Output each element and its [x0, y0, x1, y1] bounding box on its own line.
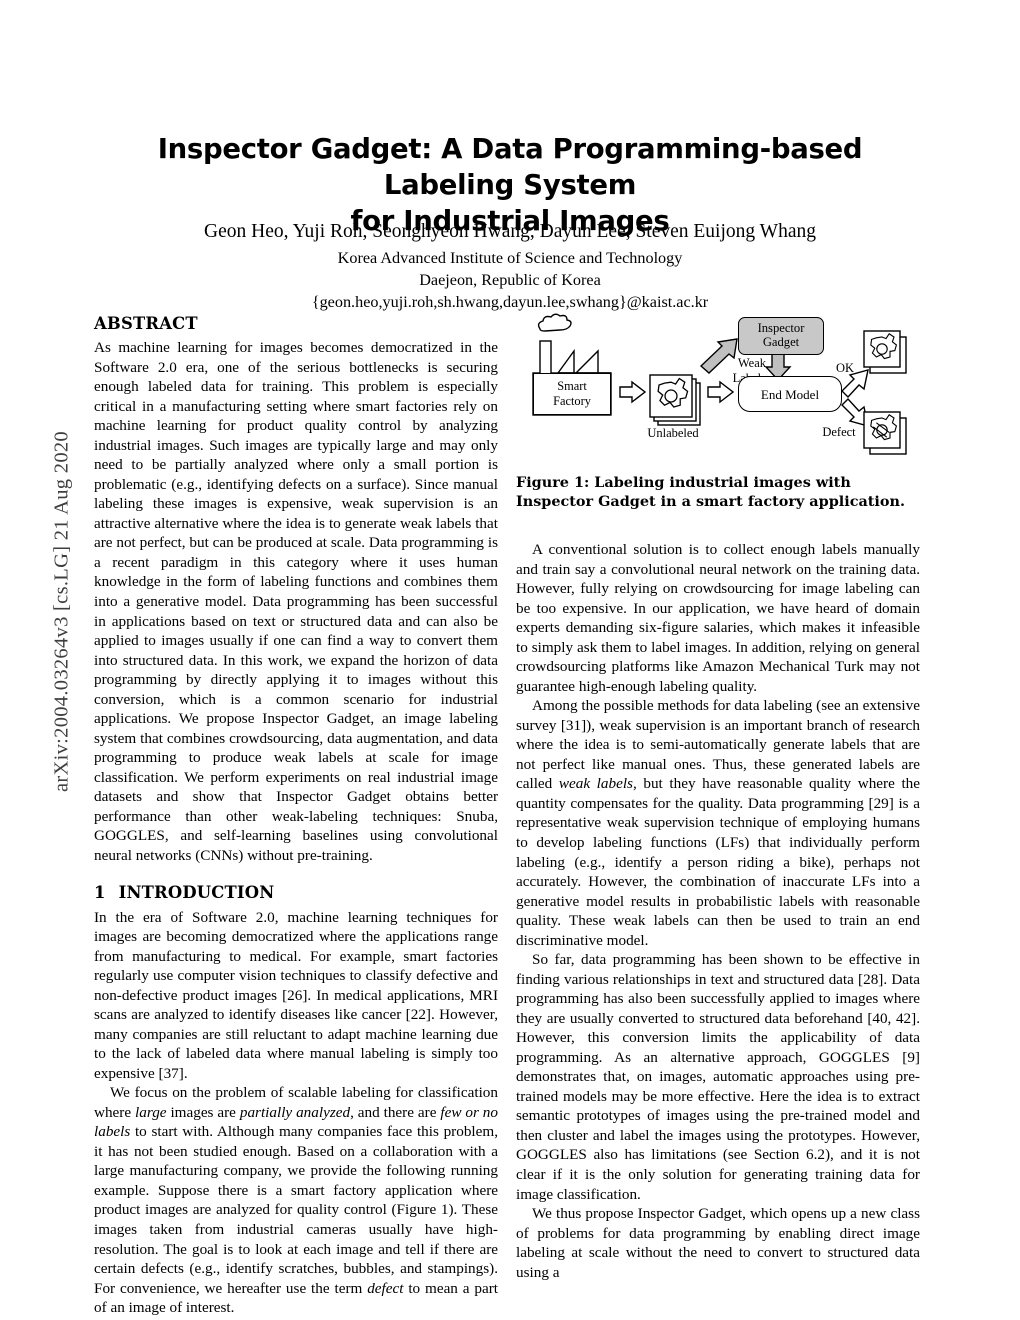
right-paragraph-2: Among the possible methods for data labe…	[516, 696, 920, 950]
intro-p2-em4: defect	[367, 1279, 404, 1297]
authors-block: Geon Heo, Yuji Roh, Seonghyeon Hwang, Da…	[96, 219, 924, 313]
right-paragraph-3: So far, data programming has been shown …	[516, 951, 920, 1203]
label-ok: OK	[835, 361, 855, 375]
figure-1: .st { stroke:#000; stroke-width:1.4; fil…	[516, 313, 920, 511]
right-p2-b: , but they have reasonable quality where…	[516, 775, 921, 949]
author-institution: Korea Advanced Institute of Science and …	[337, 248, 683, 267]
right-p2-em1: weak labels	[558, 775, 633, 793]
abstract-text: As machine learning for images becomes d…	[94, 339, 498, 864]
smoke-cloud-icon	[537, 313, 572, 332]
node-inspector-gadget-label: Inspector Gadget	[757, 321, 805, 350]
intro-p2-d: to start with. Although many companies f…	[94, 1123, 498, 1297]
author-emails: {geon.heo,yuji.roh,sh.hwang,dayun.lee,sw…	[311, 293, 709, 312]
arrow-factory-to-unlabeled	[619, 380, 647, 404]
figure-caption: Figure 1: Labeling industrial images wit…	[516, 474, 905, 511]
node-inspector-gadget: Inspector Gadget	[738, 317, 824, 355]
node-end-model: End Model	[738, 376, 842, 412]
label-unlabeled: Unlabeled	[647, 426, 699, 440]
paper-page: arXiv:2004.03264v3 [cs.LG] 21 Aug 2020 I…	[0, 0, 1020, 1320]
ok-image-stack-icon	[863, 330, 907, 374]
unlabeled-image-stack-icon	[649, 374, 701, 426]
intro-paragraph-2: We focus on the problem of scalable labe…	[94, 1083, 498, 1317]
right-paragraph-1: A conventional solution is to collect en…	[516, 541, 920, 695]
paper-title-line1: Inspector Gadget: A Data Programming-bas…	[157, 133, 863, 201]
introduction-heading: 1 INTRODUCTION	[94, 882, 498, 903]
label-defect: Defect	[822, 425, 856, 439]
intro-paragraph-1: In the era of Software 2.0, machine lear…	[94, 908, 498, 1082]
author-location: Daejeon, Republic of Korea	[419, 270, 601, 289]
figure-canvas: .st { stroke:#000; stroke-width:1.4; fil…	[516, 313, 920, 465]
intro-p2-em2: partially analyzed	[239, 1103, 351, 1121]
introduction-number: 1	[94, 883, 106, 903]
defect-image-stack-icon	[863, 411, 907, 455]
intro-p2-c: , and there are	[350, 1103, 441, 1121]
arxiv-stamp: arXiv:2004.03264v3 [cs.LG] 21 Aug 2020	[50, 431, 73, 793]
right-column: A conventional solution is to collect en…	[516, 540, 920, 1282]
author-names: Geon Heo, Yuji Roh, Seonghyeon Hwang, Da…	[204, 221, 816, 242]
intro-p2-em1: large	[135, 1103, 167, 1121]
introduction-title: INTRODUCTION	[118, 883, 275, 903]
intro-p2-b: images are	[166, 1103, 240, 1121]
node-smart-factory-label: Smart Factory	[553, 378, 591, 408]
node-end-model-label: End Model	[760, 386, 820, 402]
left-column: ABSTRACT As machine learning for images …	[94, 313, 498, 1318]
right-paragraph-4: We thus propose Inspector Gadget, which …	[516, 1205, 920, 1281]
node-smart-factory: Smart Factory	[533, 373, 611, 415]
abstract-heading: ABSTRACT	[94, 314, 198, 333]
